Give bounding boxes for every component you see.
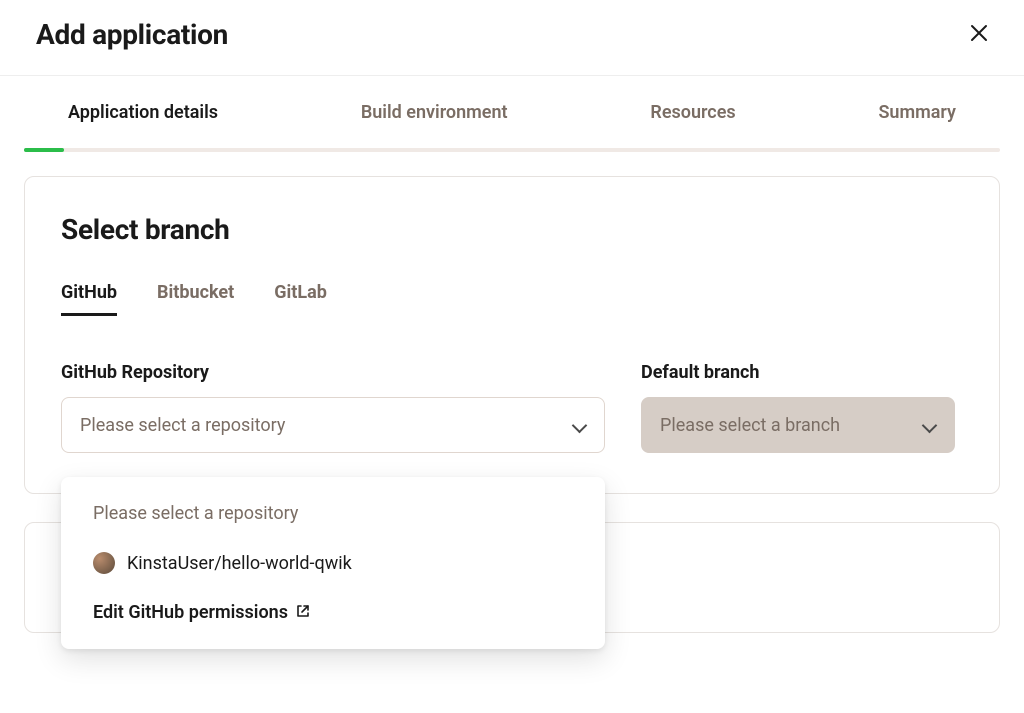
branch-select-placeholder: Please select a branch	[660, 415, 840, 436]
repo-label: GitHub Repository	[61, 362, 605, 383]
tab-bitbucket[interactable]: Bitbucket	[157, 282, 234, 316]
external-link-icon	[296, 602, 310, 616]
stepper: Application details Build environment Re…	[0, 76, 1024, 152]
stepper-item-resources[interactable]: Resources	[606, 102, 779, 123]
repo-field: GitHub Repository Please select a reposi…	[61, 362, 605, 453]
repo-select[interactable]: Please select a repository	[61, 397, 605, 453]
stepper-item-build-environment[interactable]: Build environment	[317, 102, 552, 123]
chevron-down-icon	[572, 418, 586, 432]
avatar	[93, 552, 115, 574]
tab-github[interactable]: GitHub	[61, 282, 117, 316]
repo-dropdown-header: Please select a repository	[61, 499, 605, 542]
repo-option[interactable]: KinstaUser/hello-world-qwik	[61, 542, 605, 584]
progress-fill	[24, 148, 64, 152]
close-icon	[970, 24, 988, 42]
page-title: Add application	[36, 18, 228, 51]
edit-github-permissions[interactable]: Edit GitHub permissions	[61, 584, 605, 627]
repo-option-label: KinstaUser/hello-world-qwik	[127, 553, 352, 574]
branch-select[interactable]: Please select a branch	[641, 397, 955, 453]
repo-select-placeholder: Please select a repository	[80, 415, 285, 436]
edit-github-permissions-label: Edit GitHub permissions	[93, 602, 288, 623]
repo-dropdown: Please select a repository KinstaUser/he…	[61, 477, 605, 649]
tab-gitlab[interactable]: GitLab	[274, 282, 327, 316]
branch-field: Default branch Please select a branch	[641, 362, 955, 453]
stepper-item-summary[interactable]: Summary	[834, 102, 1000, 123]
provider-tabs: GitHub Bitbucket GitLab	[61, 282, 963, 316]
chevron-down-icon	[922, 418, 936, 432]
stepper-item-application-details[interactable]: Application details	[24, 102, 262, 123]
progress-track	[24, 148, 1000, 152]
select-branch-card: Select branch GitHub Bitbucket GitLab Gi…	[24, 176, 1000, 494]
branch-label: Default branch	[641, 362, 955, 383]
modal-header: Add application	[0, 0, 1024, 76]
close-button[interactable]	[970, 24, 988, 45]
select-branch-title: Select branch	[61, 213, 963, 246]
